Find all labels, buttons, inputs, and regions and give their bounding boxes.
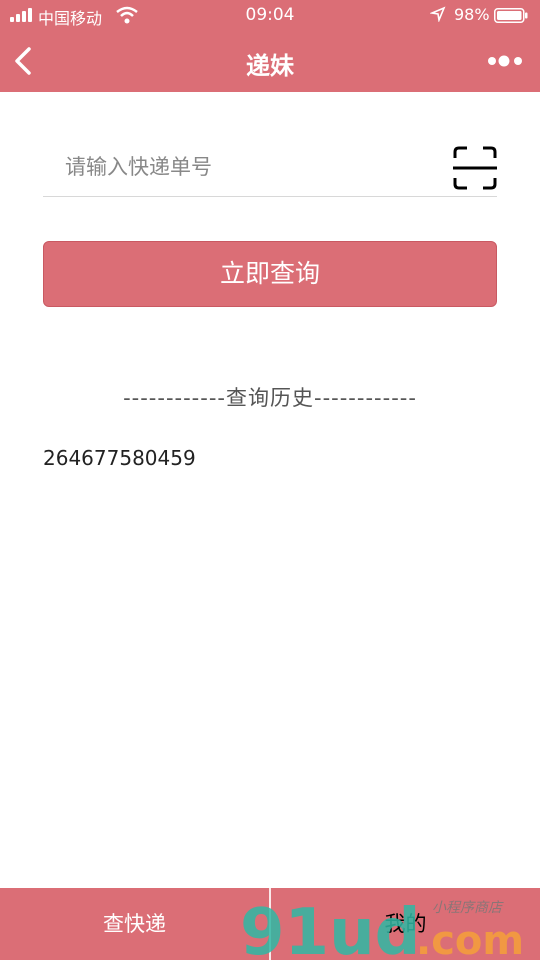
query-button[interactable]: 立即查询 [43, 241, 497, 307]
battery-icon [494, 8, 528, 23]
tracking-number-input[interactable] [43, 138, 457, 196]
history-item[interactable]: 264677580459 [43, 446, 196, 470]
scan-icon[interactable] [453, 146, 497, 190]
nav-bar: 递妹 [0, 30, 540, 92]
location-arrow-icon [430, 6, 446, 22]
status-bar: 中国移动 09:04 98% [0, 0, 540, 30]
page-title: 递妹 [246, 52, 294, 80]
battery-percent: 98% [454, 5, 490, 24]
history-title: ------------查询历史------------ [123, 386, 417, 410]
more-dots-icon[interactable] [486, 50, 526, 72]
tab-bar: 查快递 我的 [0, 888, 540, 960]
tab-mine[interactable]: 我的 [271, 888, 540, 960]
tracking-number-row [43, 138, 497, 197]
tab-query-express[interactable]: 查快递 [0, 888, 269, 960]
